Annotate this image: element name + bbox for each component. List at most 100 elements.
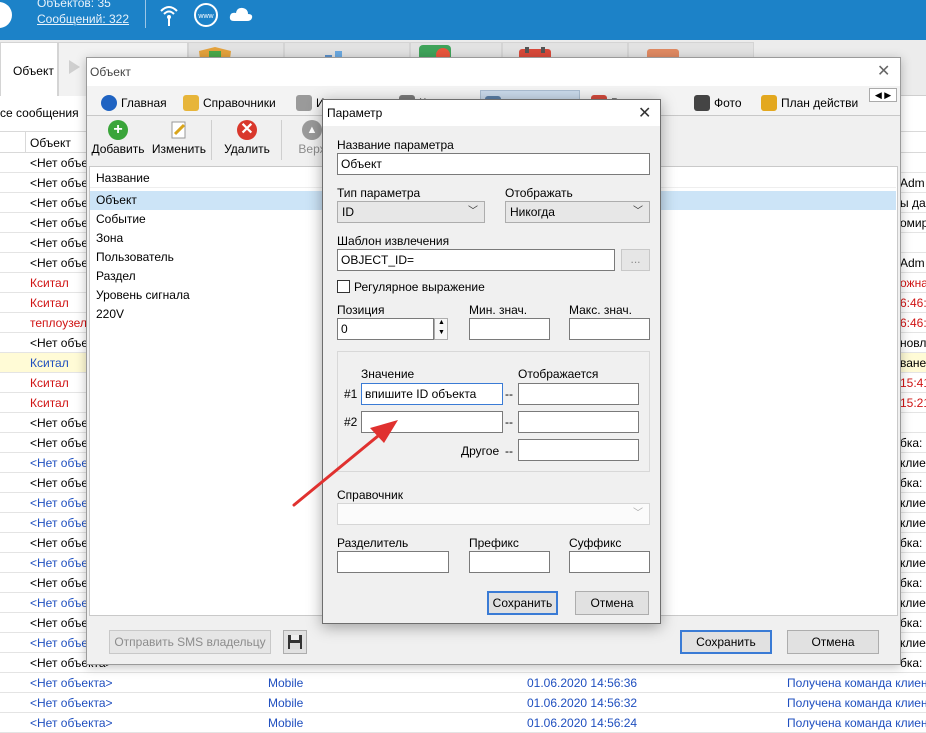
suffix-input[interactable] — [569, 551, 650, 573]
parameter-name-input[interactable]: Объект — [337, 153, 650, 175]
dialog-save-button[interactable]: Сохранить — [487, 591, 558, 615]
tab-list[interactable]: План действи — [757, 90, 862, 116]
displayed-header: Отображается — [518, 367, 599, 381]
delete-icon: ✕ — [237, 120, 257, 140]
cloud-icon[interactable] — [228, 2, 254, 33]
tab-envelope[interactable]: Справочники — [179, 90, 280, 116]
parameter-dialog: Параметр ✕ Название параметра Объект Тип… — [322, 99, 661, 624]
tab-info[interactable]: Главная — [97, 90, 171, 116]
svg-text:www: www — [197, 13, 214, 20]
www-icon[interactable]: www — [193, 2, 219, 33]
message-object: <Нет объекта> — [30, 676, 113, 690]
dialog-close-icon[interactable]: ✕ — [638, 103, 651, 123]
parameter-dialog-titlebar: Параметр ✕ — [323, 100, 660, 126]
message-text: 6:46:3 — [900, 296, 926, 310]
position-input[interactable]: 0 — [337, 318, 434, 340]
message-object: <Нет объекта> — [30, 696, 113, 710]
message-text: клиен — [900, 636, 926, 650]
message-text: ы дан — [900, 196, 926, 210]
messages-count-link[interactable]: Сообщений: 322 — [37, 12, 129, 26]
add-button[interactable]: + Добавить — [89, 118, 147, 162]
type-label: Тип параметра — [337, 186, 421, 200]
plus-icon: + — [108, 120, 128, 140]
min-label: Мин. знач. — [469, 303, 528, 317]
row1-value-input[interactable]: впишите ID объекта — [361, 383, 503, 405]
message-text: 15:41 — [900, 376, 926, 390]
message-row[interactable]: <Нет объекта> Mobile 01.06.2020 14:56:36 По… — [0, 673, 926, 693]
other-display-input[interactable] — [518, 439, 639, 461]
tab-object-label: Объект — [13, 64, 54, 78]
display-select[interactable]: Никогда ﹀ — [505, 201, 650, 223]
camera-icon — [694, 95, 710, 111]
send-sms-button[interactable]: Отправить SMS владельцу — [109, 630, 271, 654]
add-button-label: Добавить — [91, 142, 145, 156]
separator-label: Разделитель — [337, 536, 409, 550]
object-cancel-button[interactable]: Отмена — [787, 630, 879, 654]
edit-button-label: Изменить — [151, 142, 207, 156]
toolbar-divider — [281, 120, 282, 160]
display-value: Никогда — [510, 205, 555, 219]
message-object: Кситал — [30, 356, 69, 370]
message-object: Кситал — [30, 376, 69, 390]
tab-camera[interactable]: Фото — [690, 90, 746, 116]
stepper-down-icon[interactable]: ▼ — [438, 329, 445, 336]
message-text: бка: — [900, 476, 923, 490]
arrow-up-icon: ▲ — [302, 120, 322, 140]
regex-label: Регулярное выражение — [354, 280, 485, 294]
reference-select[interactable]: ﹀ — [337, 503, 650, 525]
edit-button[interactable]: Изменить — [149, 118, 209, 162]
message-text: Adm — [900, 176, 925, 190]
parameter-type-select[interactable]: ID ﹀ — [337, 201, 485, 223]
envelope-icon — [183, 95, 199, 111]
row2-display-input[interactable] — [518, 411, 639, 433]
message-row[interactable]: <Нет объекта> Mobile 01.06.2020 14:56:24 По… — [0, 713, 926, 733]
reference-label: Справочник — [337, 488, 403, 502]
messages-heading: се сообщения — [0, 106, 79, 120]
save-disk-button[interactable] — [283, 630, 307, 654]
message-text: омир — [900, 216, 926, 230]
row2-value-input[interactable] — [361, 411, 503, 433]
separator-input[interactable] — [337, 551, 449, 573]
list-icon — [761, 95, 777, 111]
close-icon[interactable]: ✕ — [877, 61, 890, 81]
message-text: клиен — [900, 596, 926, 610]
message-text: ожная Adm — [900, 276, 926, 290]
template-input[interactable]: OBJECT_ID= — [337, 249, 615, 271]
message-text: новл — [900, 336, 926, 350]
display-label: Отображать — [505, 186, 573, 200]
position-stepper[interactable]: ▲ ▼ — [434, 318, 448, 340]
signal-icon[interactable] — [158, 2, 180, 33]
min-input[interactable] — [469, 318, 550, 340]
message-row[interactable]: <Нет объекта> Mobile 01.06.2020 14:56:32 По… — [0, 693, 926, 713]
info-icon — [101, 95, 117, 111]
message-text: бка: — [900, 656, 923, 670]
message-type: Mobile — [268, 696, 304, 710]
message-object: Кситал — [30, 296, 69, 310]
tab-label: Главная — [121, 96, 167, 110]
regex-checkbox[interactable] — [337, 280, 350, 293]
stepper-up-icon[interactable]: ▲ — [438, 319, 445, 326]
prefix-label: Префикс — [469, 536, 519, 550]
dialog-cancel-button[interactable]: Отмена — [575, 591, 649, 615]
row2-dash: -- — [505, 415, 513, 429]
object-save-button[interactable]: Сохранить — [680, 630, 772, 654]
delete-button[interactable]: ✕ Удалить — [219, 118, 275, 162]
row1-display-input[interactable] — [518, 383, 639, 405]
message-date: 01.06.2020 14:56:36 — [527, 676, 638, 690]
tab-scroll-arrows[interactable]: ◀ ▶ — [869, 88, 897, 102]
max-label: Макс. знач. — [569, 303, 632, 317]
message-text: бка: — [900, 576, 923, 590]
chevron-down-icon: ﹀ — [633, 206, 643, 217]
message-text: Получена команда клиен — [787, 676, 926, 690]
object-column-header[interactable]: Объект — [30, 136, 71, 150]
tab-object[interactable]: Объект — [0, 42, 58, 96]
document-icon — [296, 95, 312, 111]
tab-label: Справочники — [203, 96, 276, 110]
prefix-input[interactable] — [469, 551, 550, 573]
max-input[interactable] — [569, 318, 650, 340]
value-header: Значение — [361, 367, 415, 381]
parameter-type-value: ID — [342, 205, 354, 219]
message-text: Adm — [900, 256, 925, 270]
parameter-dialog-title: Параметр — [327, 106, 383, 120]
browse-button[interactable]: ... — [621, 249, 650, 271]
